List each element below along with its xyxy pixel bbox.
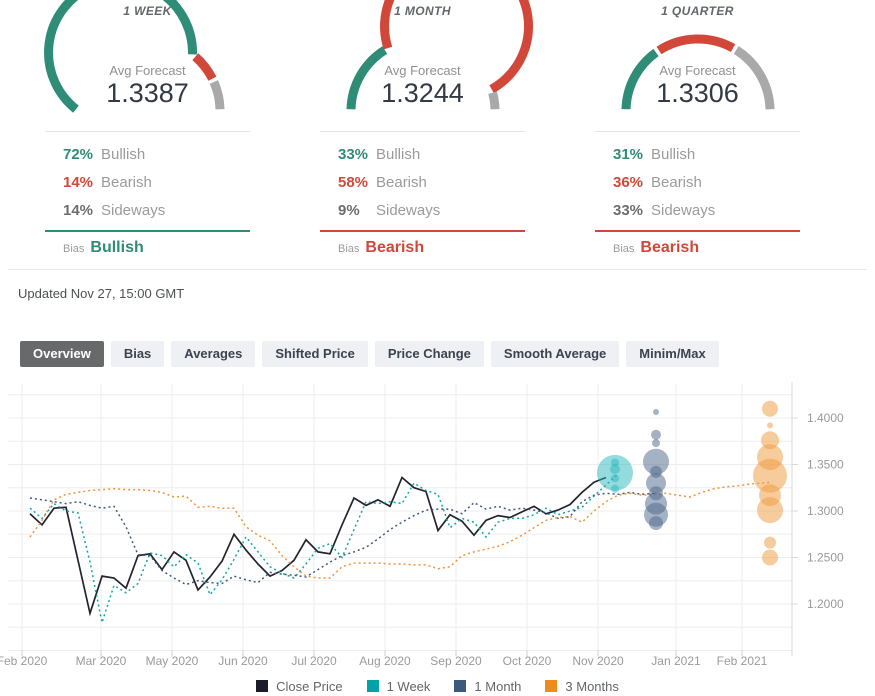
sideways-row: 33% Sideways xyxy=(595,196,800,224)
legend-label: 3 Months xyxy=(565,678,619,694)
svg-text:Jan 2021: Jan 2021 xyxy=(651,654,701,668)
svg-text:Jun 2020: Jun 2020 xyxy=(218,654,268,668)
svg-text:Feb 2021: Feb 2021 xyxy=(717,654,768,668)
legend-label: 1 Month xyxy=(474,678,522,694)
svg-text:Aug 2020: Aug 2020 xyxy=(359,654,411,668)
forecast-chart: Feb 2020 Mar 2020 May 2020 Jun 2020 Jul 2020… xyxy=(0,376,875,676)
bias-value: Bearish xyxy=(365,239,425,256)
svg-text:1.2000: 1.2000 xyxy=(807,597,844,611)
legend-1-week[interactable]: 1 Week xyxy=(366,678,431,694)
panel-title: 1 WEEK xyxy=(123,4,172,18)
sideways-label: Sideways xyxy=(651,201,716,219)
three-months-swatch xyxy=(545,680,558,692)
panel-title: 1 MONTH xyxy=(394,4,451,18)
bearish-label: Bearish xyxy=(651,173,702,191)
tab-overview[interactable]: Overview xyxy=(20,341,104,367)
one-week-swatch xyxy=(366,680,379,692)
svg-text:1.4000: 1.4000 xyxy=(807,411,844,425)
bias-label: Bias xyxy=(63,243,85,255)
bearish-label: Bearish xyxy=(376,173,427,191)
bias-underline xyxy=(45,230,250,232)
chart-legend: Close Price 1 Week 1 Month 3 Months xyxy=(0,676,875,696)
bullish-row: 31% Bullish xyxy=(595,140,800,168)
sideways-percent: 9% xyxy=(338,201,360,219)
one-month-swatch xyxy=(454,680,467,692)
bearish-percent: 36% xyxy=(613,173,644,191)
bearish-row: 58% Bearish xyxy=(320,168,525,196)
svg-text:Nov 2020: Nov 2020 xyxy=(572,654,624,668)
svg-text:Jul 2020: Jul 2020 xyxy=(291,654,337,668)
tab-averages[interactable]: Averages xyxy=(171,341,256,367)
tab-price-change[interactable]: Price Change xyxy=(374,341,484,367)
forecast-panels: 1 WEEK Avg Forecast 1.3387 72% Bullish 1… xyxy=(0,0,875,259)
chart-canvas: Feb 2020 Mar 2020 May 2020 Jun 2020 Jul 2020… xyxy=(0,382,844,668)
avg-forecast-value: 1.3387 xyxy=(106,78,189,108)
bias-row: Bias Bearish xyxy=(595,239,800,259)
gauge-1-quarter: Avg Forecast 1.3306 xyxy=(613,29,783,117)
bearish-row: 14% Bearish xyxy=(45,168,250,196)
gauge-1-month: Avg Forecast 1.3244 xyxy=(338,0,533,117)
tab-shifted-price[interactable]: Shifted Price xyxy=(262,341,368,367)
sideways-label: Sideways xyxy=(376,201,441,219)
bias-row: Bias Bearish xyxy=(320,239,525,259)
bullish-percent: 72% xyxy=(63,145,94,163)
bias-underline xyxy=(320,230,525,232)
bias-value: Bullish xyxy=(90,239,144,256)
bearish-row: 36% Bearish xyxy=(595,168,800,196)
gauge-1-week: Avg Forecast 1.3387 xyxy=(43,0,233,117)
bullish-label: Bullish xyxy=(651,145,696,163)
bullish-label: Bullish xyxy=(101,145,146,163)
sideways-percent: 14% xyxy=(63,201,94,219)
bias-underline xyxy=(595,230,800,232)
section-divider xyxy=(8,269,867,270)
svg-text:Sep 2020: Sep 2020 xyxy=(430,654,482,668)
avg-forecast-label: Avg Forecast xyxy=(384,63,461,78)
sideways-row: 14% Sideways xyxy=(45,196,250,224)
bias-value: Bearish xyxy=(640,239,700,256)
svg-text:Feb 2020: Feb 2020 xyxy=(0,654,48,668)
bias-label: Bias xyxy=(338,243,360,255)
bearish-percent: 58% xyxy=(338,173,369,191)
bullish-percent: 33% xyxy=(338,145,369,163)
chart-tabs: Overview Bias Averages Shifted Price Pri… xyxy=(20,341,875,367)
sideways-label: Sideways xyxy=(101,201,166,219)
legend-1-month[interactable]: 1 Month xyxy=(454,679,521,694)
bullish-percent: 31% xyxy=(613,145,644,163)
bullish-row: 72% Bullish xyxy=(45,140,250,168)
svg-text:Mar 2020: Mar 2020 xyxy=(76,654,127,668)
bullish-row: 33% Bullish xyxy=(320,140,525,168)
tab-minim-max[interactable]: Minim/Max xyxy=(626,341,719,367)
legend-3-months[interactable]: 3 Months xyxy=(545,678,619,694)
bearish-percent: 14% xyxy=(63,173,94,191)
legend-close-price[interactable]: Close Price xyxy=(256,678,343,694)
updated-timestamp: Updated Nov 27, 15:00 GMT xyxy=(18,286,185,301)
bias-row: Bias Bullish xyxy=(45,239,250,259)
svg-text:Oct 2020: Oct 2020 xyxy=(503,654,552,668)
svg-text:1.2500: 1.2500 xyxy=(807,551,844,565)
close-price-swatch xyxy=(256,680,269,692)
panel-1-quarter: 1 QUARTER Avg Forecast 1.3306 31% Bullis… xyxy=(595,4,800,259)
panel-1-week: 1 WEEK Avg Forecast 1.3387 72% Bullish 1… xyxy=(43,0,250,259)
avg-forecast-label: Avg Forecast xyxy=(109,63,186,78)
panel-separator xyxy=(45,131,250,132)
panel-separator xyxy=(320,131,525,132)
svg-text:1.3000: 1.3000 xyxy=(807,504,844,518)
bearish-label: Bearish xyxy=(101,173,152,191)
avg-forecast-label: Avg Forecast xyxy=(659,63,736,78)
legend-label: 1 Week xyxy=(386,678,431,694)
bullish-label: Bullish xyxy=(376,145,421,163)
sideways-row: 9% Sideways xyxy=(320,196,525,224)
tab-smooth-average[interactable]: Smooth Average xyxy=(490,341,620,367)
panel-1-month: 1 MONTH Avg Forecast 1.3244 33% Bullish … xyxy=(320,0,533,259)
sideways-percent: 33% xyxy=(613,201,644,219)
legend-label: Close Price xyxy=(276,678,343,694)
bias-label: Bias xyxy=(613,243,635,255)
svg-text:May 2020: May 2020 xyxy=(146,654,199,668)
panel-separator xyxy=(595,131,800,132)
svg-text:1.3500: 1.3500 xyxy=(807,458,844,472)
avg-forecast-value: 1.3244 xyxy=(381,78,464,108)
avg-forecast-value: 1.3306 xyxy=(656,78,739,108)
tab-bias[interactable]: Bias xyxy=(110,341,165,367)
panel-title: 1 QUARTER xyxy=(661,4,734,18)
